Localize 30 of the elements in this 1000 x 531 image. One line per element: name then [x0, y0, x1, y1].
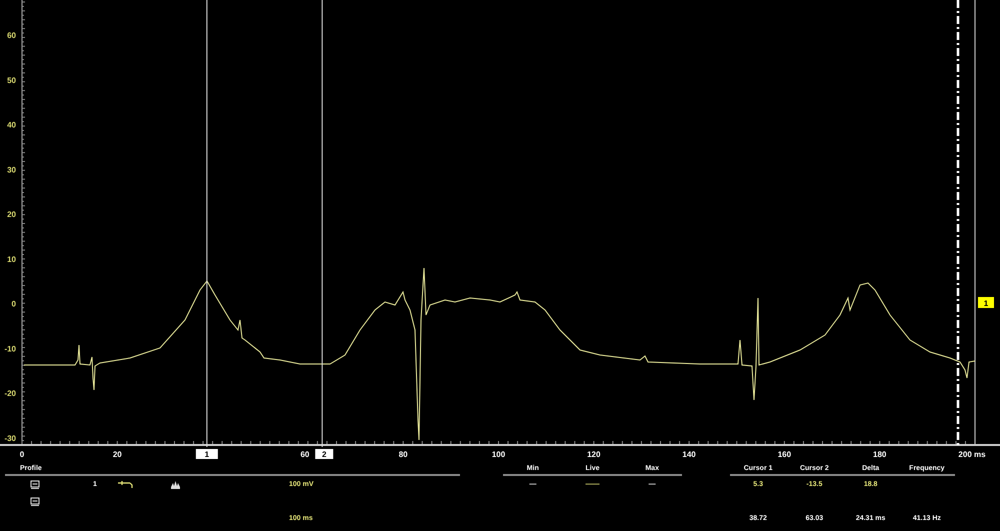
trigger-line[interactable] [956, 0, 960, 445]
y-tick-label: 40 [7, 120, 16, 130]
x-tick-label: 140 [682, 450, 696, 459]
y-tick-label: 0 [12, 300, 16, 309]
probe-icon[interactable] [117, 480, 134, 489]
y-tick-label: -20 [4, 389, 16, 398]
x-tick-label: 0 [20, 450, 24, 459]
y-tick-label: 50 [7, 76, 16, 85]
x-tick-label: 80 [398, 450, 408, 459]
cursor-line[interactable] [322, 0, 323, 448]
cursor-handle[interactable]: 2 [315, 449, 334, 459]
cursor-line[interactable] [206, 0, 208, 448]
channel-marker[interactable]: 1 [978, 297, 994, 308]
y-tick-label: -30 [4, 434, 16, 443]
y-tick-label: 20 [7, 210, 16, 220]
x-tick-label: 160 [778, 450, 792, 459]
channel-icon[interactable] [30, 497, 40, 506]
x-tick-label: 100 [492, 450, 506, 459]
y-tick-label: -10 [4, 344, 16, 354]
x-tick-label: 180 [873, 450, 886, 459]
x-tick-label: 20 [112, 450, 122, 459]
waveform-icon[interactable] [171, 480, 180, 488]
x-tick-label: 200 ms [958, 450, 986, 459]
x-tick-label: 60 [300, 450, 310, 459]
y-tick-label: 60 [7, 31, 16, 40]
cursor-handle[interactable]: 1 [196, 449, 218, 459]
x-tick-label: 120 [587, 450, 600, 459]
channel-icon[interactable] [30, 480, 40, 489]
y-tick-label: 30 [7, 165, 16, 174]
y-tick-label: 10 [7, 254, 16, 264]
